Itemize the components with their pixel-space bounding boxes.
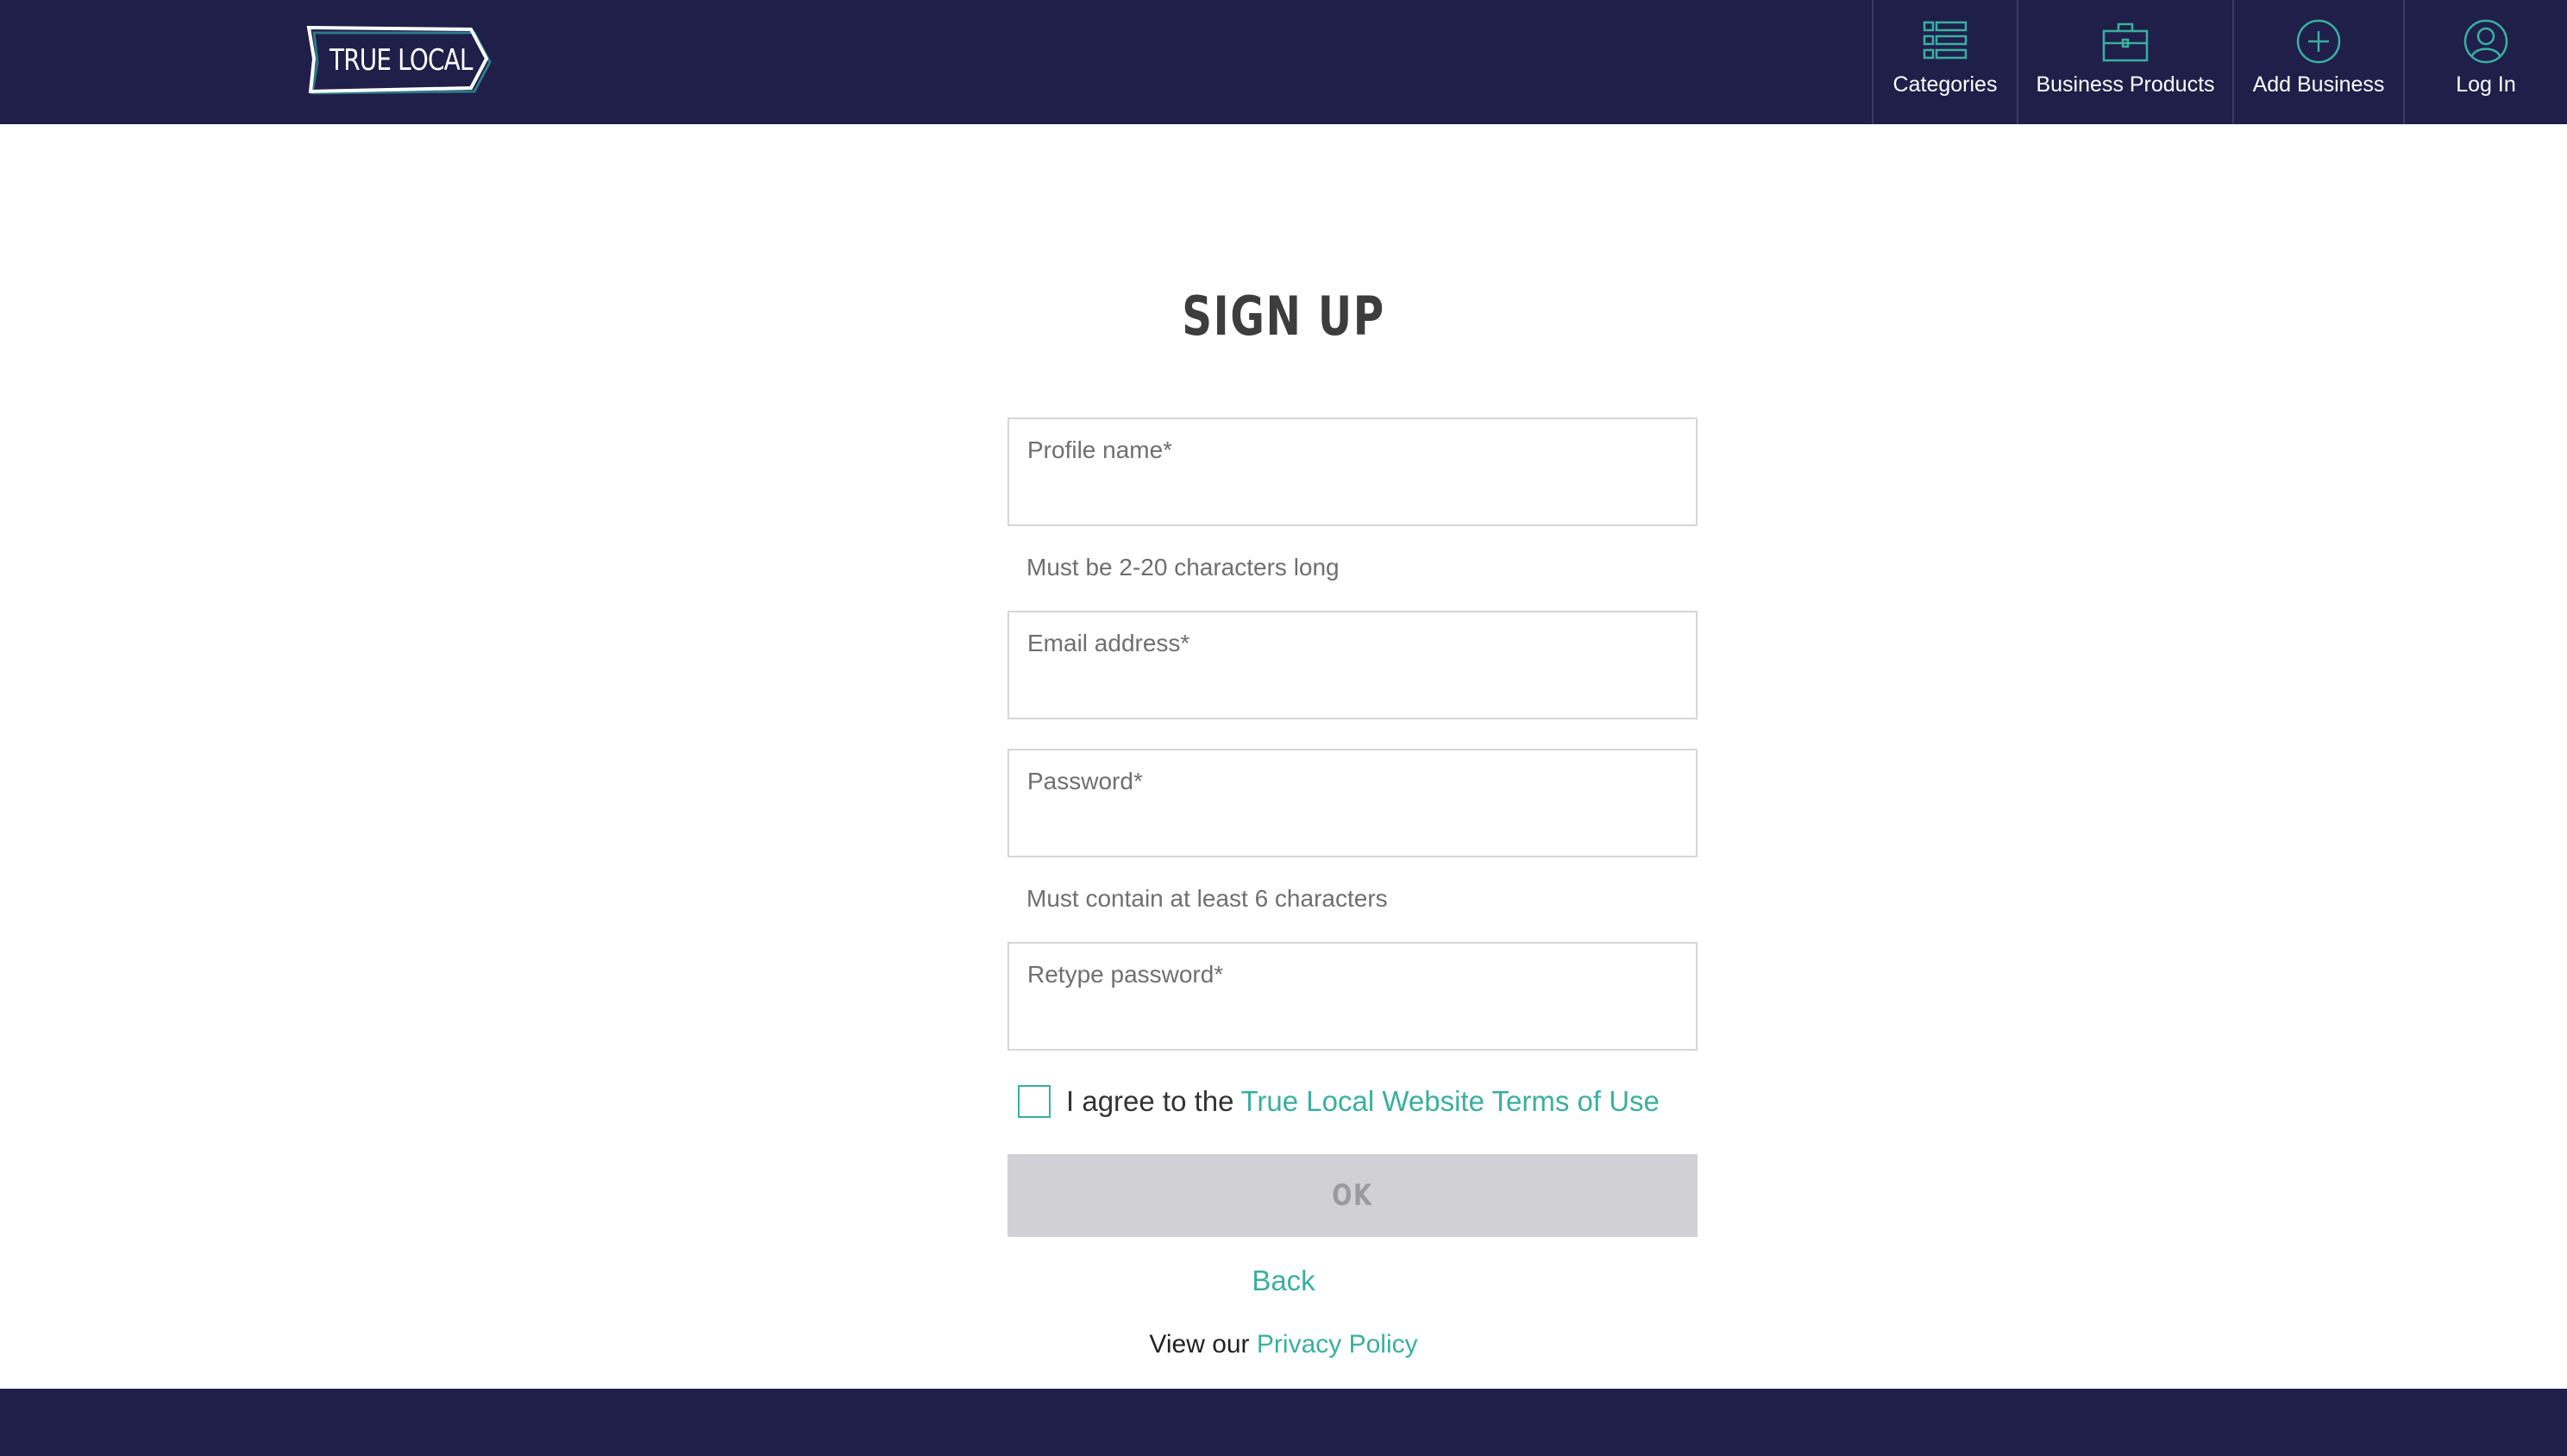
site-footer xyxy=(0,1389,2567,1456)
terms-checkbox[interactable] xyxy=(1018,1085,1051,1118)
nav-add-business[interactable]: Add Business xyxy=(2232,0,2403,124)
terms-of-use-link[interactable]: True Local Website Terms of Use xyxy=(1240,1085,1659,1118)
user-circle-icon xyxy=(2463,19,2508,64)
logo-text: TRUE LOCAL xyxy=(330,43,473,78)
retype-password-input[interactable] xyxy=(1009,944,1696,1049)
back-link-container: Back xyxy=(0,1265,2567,1297)
password-hint: Must contain at least 6 characters xyxy=(1026,885,1388,912)
profile-name-input[interactable] xyxy=(1009,419,1696,524)
privacy-policy-link[interactable]: Privacy Policy xyxy=(1257,1330,1418,1359)
site-header: TRUE LOCAL Categories Business Products … xyxy=(0,0,2567,124)
back-link[interactable]: Back xyxy=(1252,1265,1315,1296)
profile-name-field[interactable]: Profile name* xyxy=(1007,417,1698,526)
terms-prefix-text: I agree to the xyxy=(1066,1085,1234,1117)
email-field[interactable]: Email address* xyxy=(1007,611,1698,719)
categories-list-icon xyxy=(1923,21,1968,60)
nav-categories-label: Categories xyxy=(1892,72,1998,97)
nav-log-in[interactable]: Log In xyxy=(2403,0,2567,124)
briefcase-icon xyxy=(2102,22,2149,62)
nav-log-in-label: Log In xyxy=(2456,72,2516,97)
true-local-logo[interactable]: TRUE LOCAL xyxy=(305,19,495,104)
nav-business-products-label: Business Products xyxy=(2036,72,2215,97)
privacy-prefix-text: View our xyxy=(1149,1330,1250,1359)
terms-agreement: I agree to the True Local Website Terms … xyxy=(1018,1083,1660,1120)
nav-business-products[interactable]: Business Products xyxy=(2017,0,2232,124)
nav-add-business-label: Add Business xyxy=(2252,72,2385,97)
nav-categories[interactable]: Categories xyxy=(1872,0,2017,124)
profile-name-hint: Must be 2-20 characters long xyxy=(1026,554,1340,581)
retype-password-field[interactable]: Retype password* xyxy=(1007,942,1698,1051)
ok-button[interactable]: OK xyxy=(1007,1154,1698,1237)
email-input[interactable] xyxy=(1009,612,1696,718)
password-input[interactable] xyxy=(1009,750,1696,856)
plus-circle-icon xyxy=(2296,19,2341,64)
main-nav: Categories Business Products Add Busines… xyxy=(1872,0,2567,124)
privacy-note: View our Privacy Policy xyxy=(0,1330,2567,1359)
ok-button-label: OK xyxy=(1332,1178,1373,1213)
password-field[interactable]: Password* xyxy=(1007,749,1698,857)
page-title: SIGN UP xyxy=(1182,285,1385,348)
